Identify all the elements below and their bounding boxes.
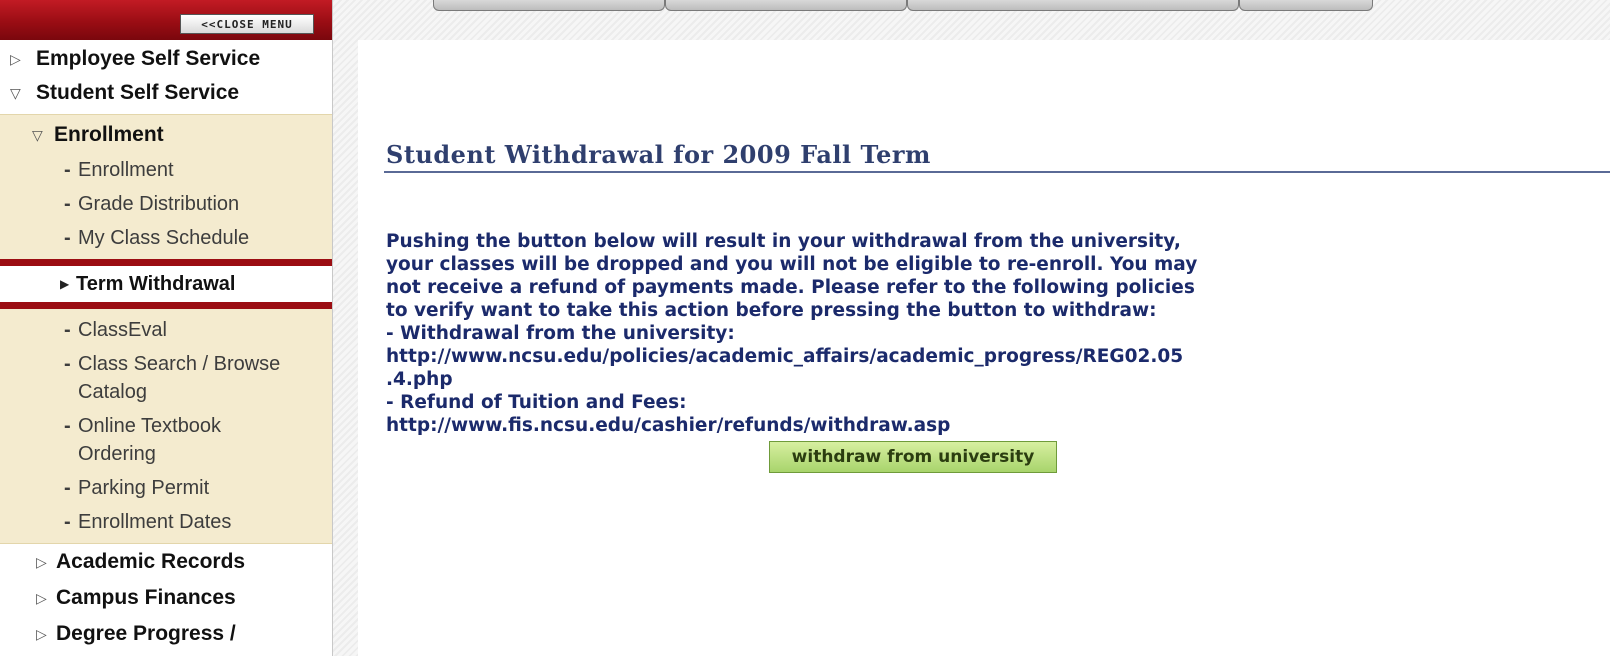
navigation-menu: <<CLOSE MENU ▷ Employee Self Service ▽ S…	[0, 0, 333, 656]
dash-bullet-icon: -	[64, 193, 71, 215]
page-title: Student Withdrawal for 2009 Fall Term	[386, 140, 931, 169]
sub-item-label-cont: Ordering	[78, 443, 156, 465]
menu-item-student-self-service[interactable]: ▽ Student Self Service	[0, 76, 332, 110]
withdrawal-warning-message: Pushing the button below will result in …	[386, 230, 1386, 437]
menu-item-label: Student Self Service	[36, 81, 240, 104]
top-tab-3[interactable]	[907, 0, 1239, 11]
sub-item-class-search[interactable]: - Class Search / Browse Catalog	[0, 347, 332, 409]
dash-bullet-icon: -	[64, 415, 71, 437]
sub-item-my-class-schedule[interactable]: - My Class Schedule	[0, 221, 332, 255]
sub-item-enrollment-dates[interactable]: - Enrollment Dates	[0, 505, 332, 539]
message-line: - Refund of Tuition and Fees:	[386, 392, 687, 413]
triangle-right-outline-icon: ▷	[36, 625, 47, 642]
message-line: not receive a refund of payments made. P…	[386, 277, 1195, 298]
menu-item-academic-records[interactable]: ▷ Academic Records	[0, 544, 332, 580]
menu-item-label: Campus Finances	[56, 586, 236, 609]
triangle-right-outline-icon: ▷	[36, 589, 47, 606]
menu-item-label: Enrollment	[54, 123, 164, 146]
sub-item-label: ClassEval	[78, 319, 167, 341]
title-divider	[384, 171, 1610, 173]
policy-url-withdrawal-cont: .4.php	[386, 369, 453, 390]
dash-bullet-icon: -	[64, 477, 71, 499]
sub-item-label-wrap: Class Search / Browse Catalog	[78, 350, 318, 406]
top-tab-4[interactable]	[1239, 0, 1373, 11]
sub-item-term-withdrawal-active[interactable]: ▶ Term Withdrawal	[0, 259, 332, 309]
sub-item-grade-distribution[interactable]: - Grade Distribution	[0, 187, 332, 221]
withdraw-from-university-button[interactable]: withdraw from university	[769, 441, 1057, 473]
sub-item-online-textbook-ordering[interactable]: - Online Textbook Ordering	[0, 409, 332, 471]
sub-item-label: Term Withdrawal	[76, 272, 236, 295]
sub-item-enrollment[interactable]: - Enrollment	[0, 153, 332, 187]
triangle-right-filled-icon: ▶	[60, 277, 70, 291]
message-line: to verify want to take this action befor…	[386, 300, 1157, 321]
dash-bullet-icon: -	[64, 227, 71, 249]
main-content: Student Withdrawal for 2009 Fall Term Pu…	[358, 40, 1610, 656]
dash-bullet-icon: -	[64, 319, 71, 341]
sub-item-label: Online Textbook	[78, 415, 222, 437]
policy-url-refund: http://www.fis.ncsu.edu/cashier/refunds/…	[386, 415, 951, 436]
sub-item-classeval[interactable]: - ClassEval	[0, 313, 332, 347]
enrollment-group: ▽ Enrollment - Enrollment - Grade Distri…	[0, 114, 332, 544]
message-line: - Withdrawal from the university:	[386, 323, 735, 344]
policy-url-withdrawal: http://www.ncsu.edu/policies/academic_af…	[386, 346, 1184, 367]
menu-item-campus-finances[interactable]: ▷ Campus Finances	[0, 580, 332, 616]
triangle-right-outline-icon: ▷	[36, 553, 47, 570]
top-tab-2[interactable]	[665, 0, 907, 11]
sub-item-label-wrap: Online Textbook Ordering	[78, 412, 318, 468]
message-line: Pushing the button below will result in …	[386, 231, 1181, 252]
sub-item-label: Enrollment Dates	[78, 511, 232, 533]
top-tab-1[interactable]	[433, 0, 665, 11]
dash-bullet-icon: -	[64, 511, 71, 533]
sub-item-label: Class Search / Browse	[78, 353, 281, 375]
menu-item-enrollment-folder[interactable]: ▽ Enrollment	[0, 117, 332, 153]
sub-item-label: My Class Schedule	[78, 227, 250, 249]
sub-item-label: Enrollment	[78, 159, 174, 181]
menu-item-employee-self-service[interactable]: ▷ Employee Self Service	[0, 42, 332, 76]
sub-item-parking-permit[interactable]: - Parking Permit	[0, 471, 332, 505]
message-line: your classes will be dropped and you wil…	[386, 254, 1198, 275]
triangle-down-outline-icon: ▽	[32, 126, 43, 143]
sub-item-label: Parking Permit	[78, 477, 210, 499]
menu-item-label: Degree Progress /	[56, 622, 236, 645]
menu-header: <<CLOSE MENU	[0, 0, 332, 40]
menu-item-degree-progress[interactable]: ▷ Degree Progress /	[0, 616, 332, 652]
triangle-down-outline-icon: ▽	[10, 84, 21, 101]
sub-item-label-cont: Catalog	[78, 381, 147, 403]
menu-item-label: Academic Records	[56, 550, 246, 573]
triangle-right-outline-icon: ▷	[10, 50, 21, 67]
dash-bullet-icon: -	[64, 159, 71, 181]
menu-item-label: Employee Self Service	[36, 47, 261, 70]
close-menu-button[interactable]: <<CLOSE MENU	[180, 14, 314, 34]
dash-bullet-icon: -	[64, 353, 71, 375]
sub-item-label: Grade Distribution	[78, 193, 240, 215]
